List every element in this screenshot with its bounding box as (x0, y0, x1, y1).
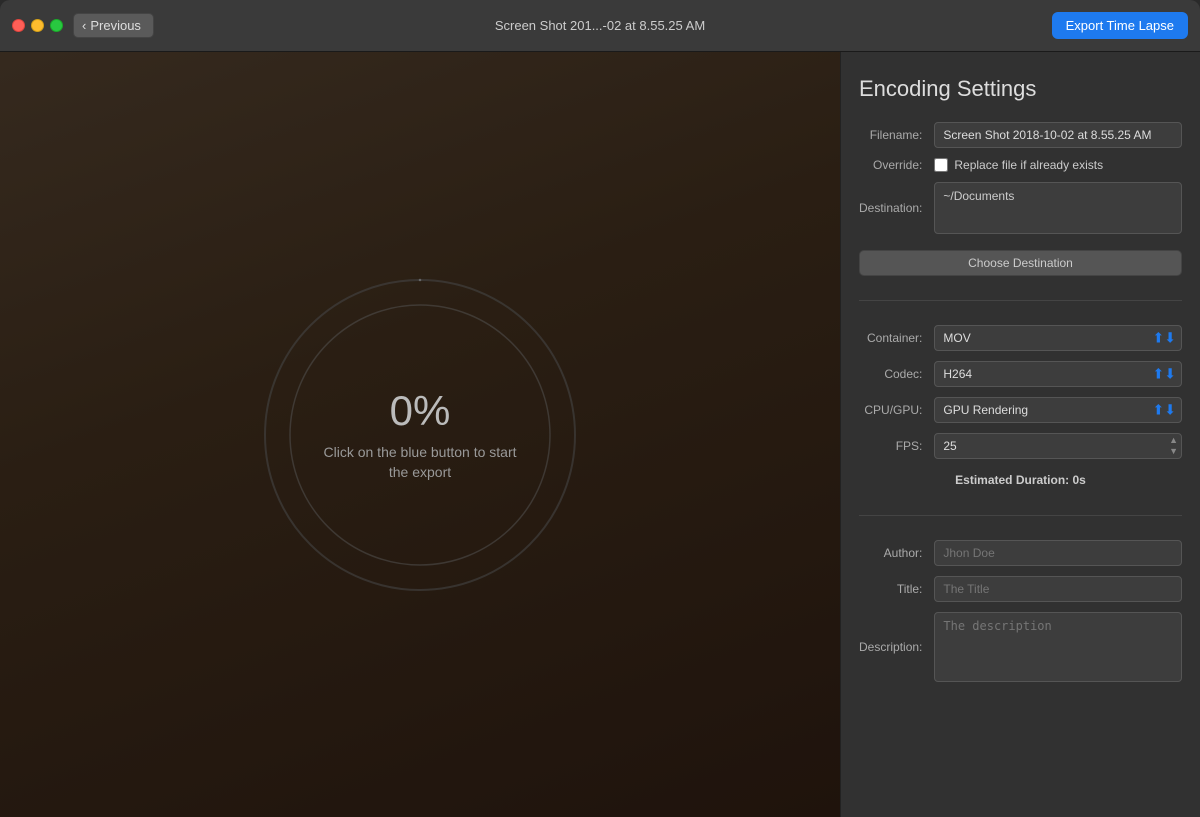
author-label: Author: (859, 546, 926, 560)
container-label: Container: (859, 331, 926, 345)
fps-increment-button[interactable]: ▲ (1167, 435, 1180, 446)
container-select[interactable]: MOV MP4 AVI (934, 325, 1182, 351)
minimize-button[interactable] (31, 19, 44, 32)
close-button[interactable] (12, 19, 25, 32)
settings-panel: Encoding Settings Filename: Override: Re… (840, 52, 1200, 817)
estimated-duration: Estimated Duration: 0s (859, 469, 1182, 491)
override-checkbox[interactable] (934, 158, 948, 172)
fps-wrapper: ▲ ▼ (934, 433, 1182, 459)
override-row: Replace file if already exists (934, 158, 1182, 172)
previous-label: Previous (90, 18, 141, 33)
divider-2 (859, 515, 1182, 516)
title-input[interactable] (934, 576, 1182, 602)
chevron-left-icon: ‹ (82, 18, 86, 33)
titlebar: ‹ Previous Screen Shot 201...-02 at 8.55… (0, 0, 1200, 52)
choose-destination-button[interactable]: Choose Destination (859, 250, 1182, 276)
traffic-lights (12, 19, 63, 32)
destination-box: ~/Documents (934, 182, 1182, 234)
cpu-gpu-label: CPU/GPU: (859, 403, 926, 417)
codec-label: Codec: (859, 367, 926, 381)
description-input[interactable] (934, 612, 1182, 682)
title-label: Title: (859, 582, 926, 596)
author-input[interactable] (934, 540, 1182, 566)
codec-select-wrapper: H264 H265 ProRes ⬆⬇ (934, 361, 1182, 387)
main-layout: 0% Click on the blue button to startthe … (0, 52, 1200, 817)
previous-button[interactable]: ‹ Previous (73, 13, 154, 38)
filename-label: Filename: (859, 128, 926, 142)
section-title: Encoding Settings (859, 76, 1182, 102)
fps-input[interactable] (934, 433, 1182, 459)
maximize-button[interactable] (50, 19, 63, 32)
settings-grid: Filename: Override: Replace file if alre… (859, 122, 1182, 682)
cpu-gpu-select-wrapper: GPU Rendering CPU Rendering ⬆⬇ (934, 397, 1182, 423)
progress-hint: Click on the blue button to startthe exp… (324, 443, 517, 482)
window-title: Screen Shot 201...-02 at 8.55.25 AM (495, 18, 705, 33)
fps-decrement-button[interactable]: ▼ (1167, 446, 1180, 457)
fps-label: FPS: (859, 439, 926, 453)
description-label: Description: (859, 640, 926, 654)
override-label: Override: (859, 158, 926, 172)
override-checkbox-label: Replace file if already exists (954, 158, 1103, 172)
progress-percent: 0% (324, 387, 517, 435)
cpu-gpu-select[interactable]: GPU Rendering CPU Rendering (934, 397, 1182, 423)
export-time-lapse-button[interactable]: Export Time Lapse (1052, 12, 1188, 39)
progress-text: 0% Click on the blue button to startthe … (324, 387, 517, 482)
codec-select[interactable]: H264 H265 ProRes (934, 361, 1182, 387)
fps-spinners: ▲ ▼ (1167, 435, 1180, 457)
progress-ring-container: 0% Click on the blue button to startthe … (250, 265, 590, 605)
container-select-wrapper: MOV MP4 AVI ⬆⬇ (934, 325, 1182, 351)
preview-panel: 0% Click on the blue button to startthe … (0, 52, 840, 817)
divider-1 (859, 300, 1182, 301)
destination-label: Destination: (859, 201, 926, 215)
filename-input[interactable] (934, 122, 1182, 148)
